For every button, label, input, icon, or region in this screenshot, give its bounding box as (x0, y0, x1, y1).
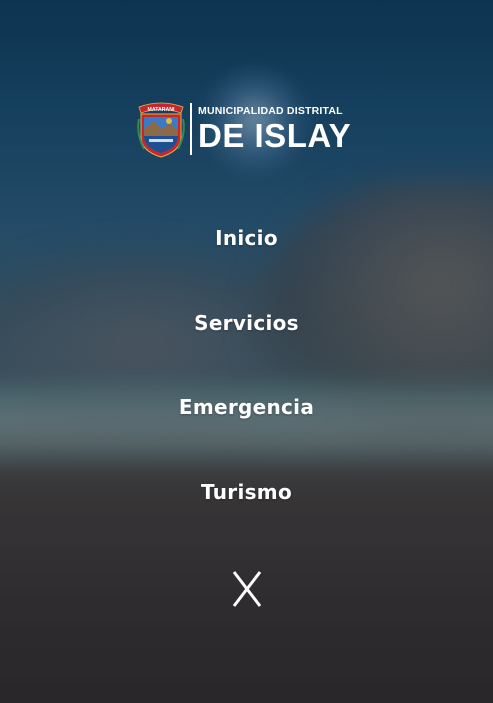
logo-top-line: MUNICIPALIDAD DISTRITAL (198, 105, 343, 118)
menu-item-servicios[interactable]: Servicios (0, 311, 493, 335)
menu-item-turismo[interactable]: Turismo (0, 480, 493, 504)
municipal-crest-icon: MATARANI (137, 102, 185, 158)
mobile-menu-screen: MATARANI MUNICIPALIDAD DISTRITAL DE ISLA… (0, 0, 493, 703)
close-icon (232, 571, 262, 607)
logo-text: MUNICIPALIDAD DISTRITAL DE ISLAY (198, 106, 351, 152)
crest-banner-text: MATARANI (148, 107, 175, 113)
logo-main-line: DE ISLAY (198, 116, 352, 154)
logo-divider (190, 103, 192, 155)
close-menu-button[interactable] (221, 563, 273, 615)
menu-item-inicio[interactable]: Inicio (0, 226, 493, 250)
municipality-logo[interactable]: MATARANI MUNICIPALIDAD DISTRITAL DE ISLA… (136, 97, 358, 161)
menu-item-emergencia[interactable]: Emergencia (0, 395, 493, 419)
